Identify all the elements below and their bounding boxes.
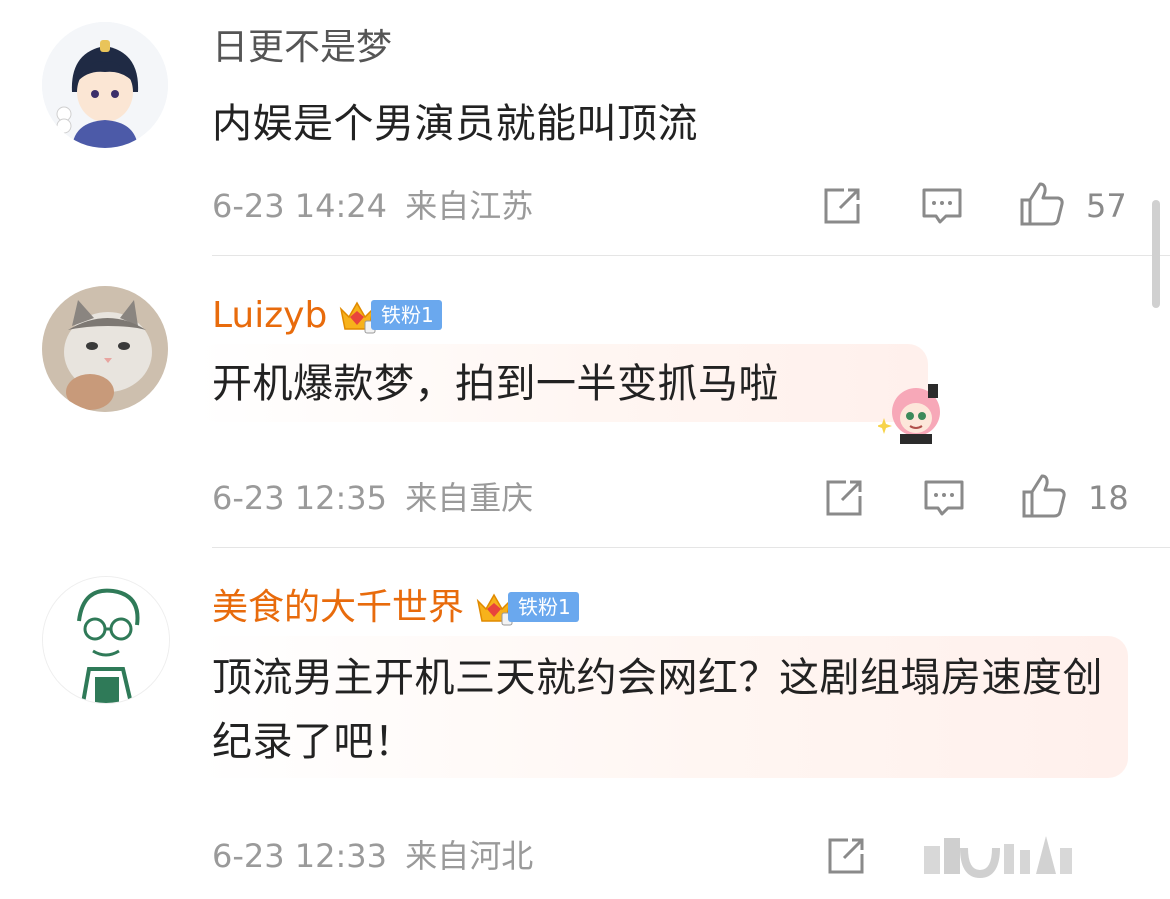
anime-sticker [878,378,946,444]
repost-button[interactable] [818,182,866,230]
like-count: 57 [1086,187,1127,225]
avatar[interactable] [42,576,170,704]
fan-badge: 铁粉1 [474,590,579,626]
fan-badge: 铁粉1 [337,298,442,334]
thumbs-up-icon [1022,474,1066,518]
comment-icon [924,480,964,516]
location: 来自江苏 [405,187,534,225]
repost-icon [824,188,860,224]
comment-meta: 6-23 12:33 来自河北 [212,836,533,876]
location: 来自重庆 [405,479,534,517]
comment-meta: 6-23 14:24 来自江苏 [212,186,533,226]
timestamp: 6-23 14:24 [212,187,388,225]
comment-button[interactable] [918,182,966,230]
username[interactable]: 日更不是梦 [212,26,392,70]
location: 来自河北 [405,837,534,875]
comment-text: 内娱是个男演员就能叫顶流 [212,101,698,147]
watermark-logo [924,830,1074,878]
comment-button[interactable] [920,474,968,522]
repost-button[interactable] [820,474,868,522]
comment-icon [922,188,962,224]
comment-text: 顶流男主开机三天就约会网红？这剧组塌房速度创纪录了吧！ [212,655,1103,765]
comment-meta: 6-23 12:35 来自重庆 [212,478,533,518]
avatar[interactable] [42,286,168,412]
repost-icon [828,838,864,874]
avatar[interactable] [42,22,168,148]
comment-text: 开机爆款梦，拍到一半变抓马啦 [212,361,779,407]
comment-item-1: 日更不是梦 内娱是个男演员就能叫顶流 6-23 14:24 来自江苏 57 [0,0,1170,256]
fan-level-label: 铁粉1 [508,592,579,622]
username[interactable]: 美食的大千世界 [212,586,464,630]
like-count: 18 [1088,479,1129,517]
username[interactable]: Luizyb [212,294,327,338]
timestamp: 6-23 12:33 [212,837,388,875]
scrollbar[interactable] [1152,200,1160,308]
repost-icon [826,480,862,516]
comment-item-2: Luizyb 铁粉1 开机爆款梦，拍到一半变抓马啦 6-23 12:35 来自重… [0,256,1170,548]
repost-button[interactable] [822,832,870,880]
thumbs-up-icon [1020,182,1064,226]
timestamp: 6-23 12:35 [212,479,388,517]
fan-level-label: 铁粉1 [371,300,442,330]
like-button[interactable] [1020,472,1068,520]
like-button[interactable] [1018,180,1066,228]
